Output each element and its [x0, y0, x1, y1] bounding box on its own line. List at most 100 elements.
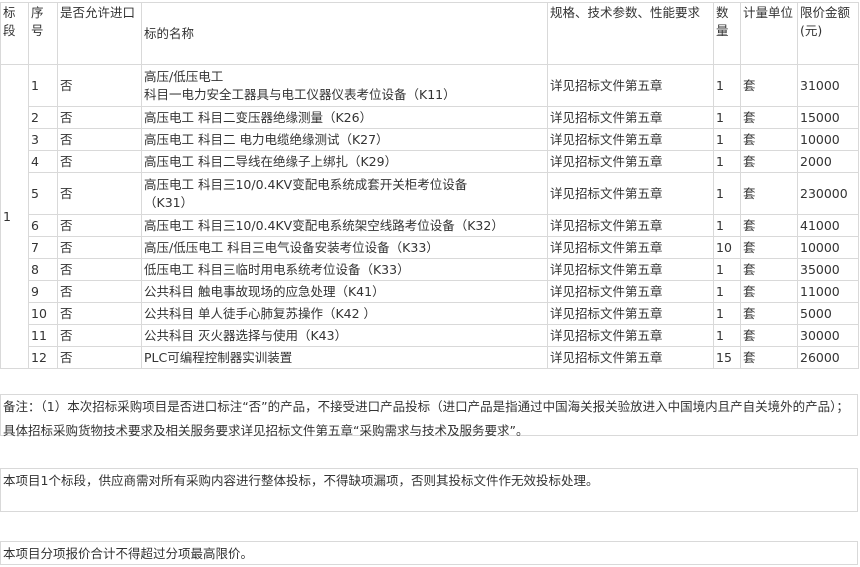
- table-row: 11 否 公共科目 灭火器选择与使用（K43） 详见招标文件第五章 1 套 30…: [1, 324, 859, 347]
- row-index: 8: [28, 258, 58, 281]
- row-import: 否: [57, 172, 142, 215]
- table-row: 10 否 公共科目 单人徒手心肺复苏操作（K42 ） 详见招标文件第五章 1 套…: [1, 302, 859, 325]
- row-spec: 详见招标文件第五章: [547, 214, 714, 237]
- row-name: 高压电工 科目二变压器绝缘测量（K26）: [141, 106, 548, 129]
- row-import: 否: [57, 280, 142, 303]
- remarks-note: 备注：（1）本次招标采购项目是否进口标注“否”的产品，不接受进口产品投标（进口产…: [0, 394, 858, 438]
- row-index: 6: [28, 214, 58, 237]
- row-unit: 套: [740, 172, 798, 215]
- row-name: 高压电工 科目二导线在绝缘子上绑扎（K29）: [141, 150, 548, 173]
- row-unit: 套: [740, 324, 798, 347]
- header-price: 限价金额(元): [797, 2, 859, 65]
- row-name: 高压/低压电工科目一电力安全工器具与电工仪器仪表考位设备（K11）: [141, 64, 548, 107]
- row-qty: 1: [713, 258, 741, 281]
- row-name: 低压电工 科目三临时用电系统考位设备（K33）: [141, 258, 548, 281]
- row-price: 2000: [797, 150, 859, 173]
- row-spec: 详见招标文件第五章: [547, 236, 714, 259]
- row-qty: 15: [713, 346, 741, 369]
- header-index: 序号: [28, 2, 58, 65]
- row-import: 否: [57, 236, 142, 259]
- row-name: 高压电工 科目三10/0.4KV变配电系统成套开关柜考位设备 （K31）: [141, 172, 548, 215]
- row-name-line1: 高压电工 科目三10/0.4KV变配电系统成套开关柜考位设备: [144, 176, 468, 192]
- row-import: 否: [57, 346, 142, 369]
- row-spec: 详见招标文件第五章: [547, 106, 714, 129]
- procurement-table: 标段 序号 是否允许进口 标的名称 规格、技术参数、性能要求 数量 计量单位 限…: [0, 2, 859, 369]
- price-limit-note: 本项目分项报价合计不得超过分项最高限价。: [0, 541, 858, 565]
- row-unit: 套: [740, 346, 798, 369]
- row-unit: 套: [740, 128, 798, 151]
- row-import: 否: [57, 258, 142, 281]
- header-qty: 数量: [713, 2, 741, 65]
- row-unit: 套: [740, 258, 798, 281]
- row-index: 11: [28, 324, 58, 347]
- row-name: 公共科目 灭火器选择与使用（K43）: [141, 324, 548, 347]
- row-price: 15000: [797, 106, 859, 129]
- row-price: 11000: [797, 280, 859, 303]
- row-spec: 详见招标文件第五章: [547, 128, 714, 151]
- row-name: 高压电工 科目二 电力电缆绝缘测试（K27）: [141, 128, 548, 151]
- segment-cell: 1: [0, 64, 29, 369]
- row-spec: 详见招标文件第五章: [547, 258, 714, 281]
- header-segment: 标段: [0, 2, 29, 65]
- row-index: 7: [28, 236, 58, 259]
- row-price: 10000: [797, 128, 859, 151]
- row-import: 否: [57, 324, 142, 347]
- table-row: 5 否 高压电工 科目三10/0.4KV变配电系统成套开关柜考位设备 （K31） …: [1, 172, 859, 215]
- row-spec: 详见招标文件第五章: [547, 150, 714, 173]
- row-name: 高压/低压电工 科目三电气设备安装考位设备（K33）: [141, 236, 548, 259]
- table-row: 12 否 PLC可编程控制器实训装置 详见招标文件第五章 15 套 26000: [1, 346, 859, 369]
- row-unit: 套: [740, 302, 798, 325]
- row-qty: 1: [713, 214, 741, 237]
- table-row: 6 否 高压电工 科目三10/0.4KV变配电系统架空线路考位设备（K32） 详…: [1, 214, 859, 237]
- row-price: 31000: [797, 64, 859, 107]
- row-name: 公共科目 单人徒手心肺复苏操作（K42 ）: [141, 302, 548, 325]
- row-import: 否: [57, 302, 142, 325]
- row-price: 41000: [797, 214, 859, 237]
- row-index: 2: [28, 106, 58, 129]
- row-import: 否: [57, 150, 142, 173]
- table-header-row: 标段 序号 是否允许进口 标的名称 规格、技术参数、性能要求 数量 计量单位 限…: [0, 2, 859, 65]
- row-price: 26000: [797, 346, 859, 369]
- row-qty: 10: [713, 236, 741, 259]
- header-name: 标的名称: [141, 2, 548, 65]
- row-name-line1: 高压/低压电工: [144, 68, 224, 84]
- row-unit: 套: [740, 64, 798, 107]
- row-index: 12: [28, 346, 58, 369]
- row-qty: 1: [713, 150, 741, 173]
- row-name: PLC可编程控制器实训装置: [141, 346, 548, 369]
- row-import: 否: [57, 64, 142, 107]
- header-import-allowed: 是否允许进口: [57, 2, 142, 65]
- row-name: 高压电工 科目三10/0.4KV变配电系统架空线路考位设备（K32）: [141, 214, 548, 237]
- table-row: 1 1 否 高压/低压电工 科目一电力安全工器具与电工仪器仪表考位设备（K11） …: [0, 64, 859, 369]
- row-price: 35000: [797, 258, 859, 281]
- table-row: 4 否 高压电工 科目二导线在绝缘子上绑扎（K29） 详见招标文件第五章 1 套…: [1, 150, 859, 173]
- row-unit: 套: [740, 214, 798, 237]
- whole-bid-note: 本项目1个标段，供应商需对所有采购内容进行整体投标，不得缺项漏项，否则其投标文件…: [0, 468, 858, 512]
- row-qty: 1: [713, 324, 741, 347]
- row-name-line2: （K31）: [144, 194, 194, 210]
- table-row: 7 否 高压/低压电工 科目三电气设备安装考位设备（K33） 详见招标文件第五章…: [1, 236, 859, 259]
- table-row: 8 否 低压电工 科目三临时用电系统考位设备（K33） 详见招标文件第五章 1 …: [1, 258, 859, 281]
- row-index: 10: [28, 302, 58, 325]
- row-name-line2: 科目一电力安全工器具与电工仪器仪表考位设备（K11）: [144, 86, 456, 102]
- table-row: 9 否 公共科目 触电事故现场的应急处理（K41） 详见招标文件第五章 1 套 …: [1, 280, 859, 303]
- row-qty: 1: [713, 64, 741, 107]
- row-index: 5: [28, 172, 58, 215]
- row-spec: 详见招标文件第五章: [547, 324, 714, 347]
- header-spec: 规格、技术参数、性能要求: [547, 2, 714, 65]
- row-import: 否: [57, 214, 142, 237]
- row-name: 公共科目 触电事故现场的应急处理（K41）: [141, 280, 548, 303]
- row-price: 10000: [797, 236, 859, 259]
- row-unit: 套: [740, 106, 798, 129]
- row-qty: 1: [713, 106, 741, 129]
- row-unit: 套: [740, 150, 798, 173]
- row-price: 5000: [797, 302, 859, 325]
- row-qty: 1: [713, 172, 741, 215]
- row-qty: 1: [713, 128, 741, 151]
- row-index: 9: [28, 280, 58, 303]
- row-spec: 详见招标文件第五章: [547, 172, 714, 215]
- row-unit: 套: [740, 236, 798, 259]
- row-qty: 1: [713, 302, 741, 325]
- row-spec: 详见招标文件第五章: [547, 64, 714, 107]
- row-price: 30000: [797, 324, 859, 347]
